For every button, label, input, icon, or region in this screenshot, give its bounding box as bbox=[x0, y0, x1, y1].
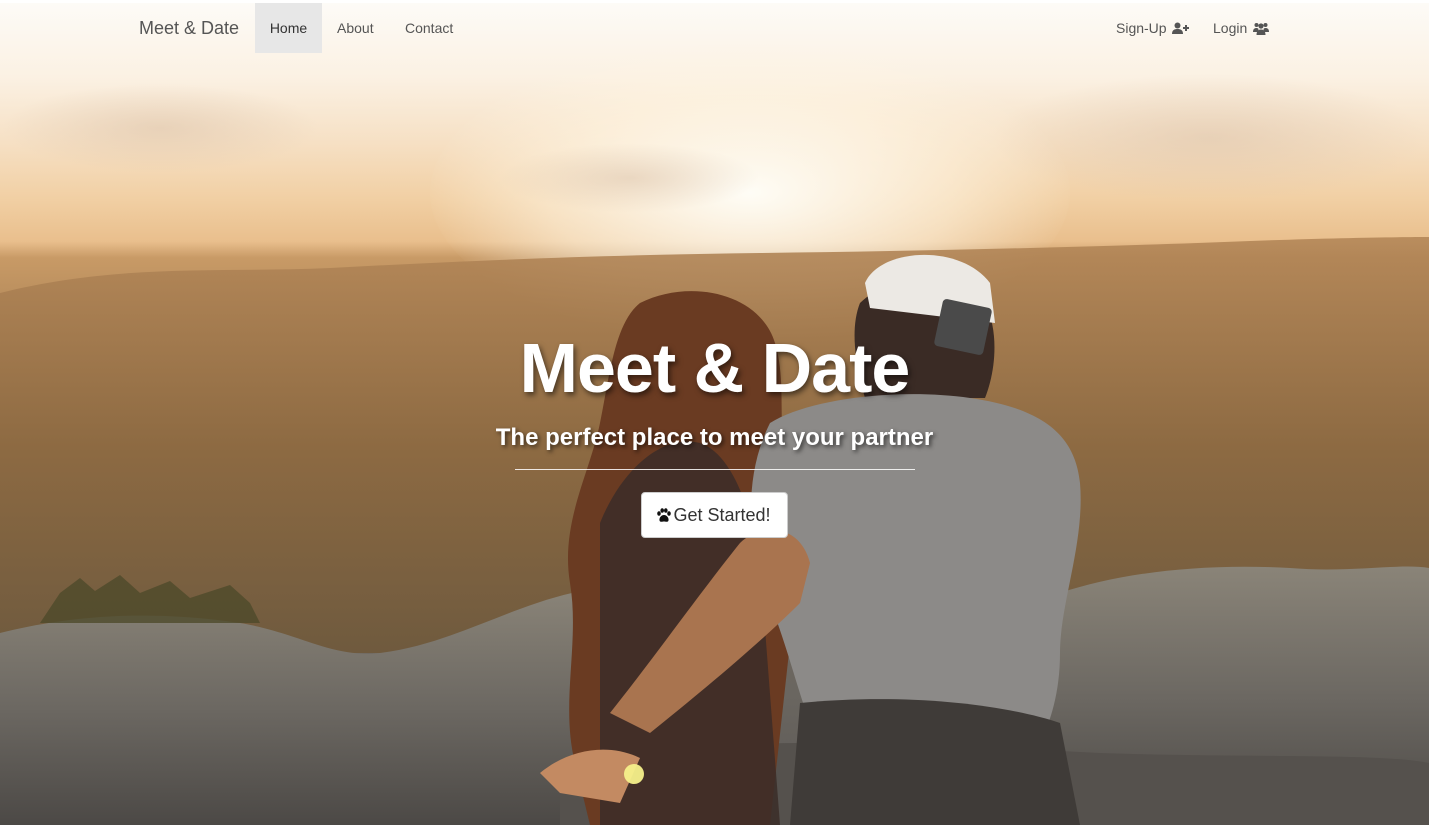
hero-subtitle: The perfect place to meet your partner bbox=[495, 424, 934, 451]
get-started-label: Get Started! bbox=[673, 505, 771, 525]
hero-content: Meet & Date The perfect place to meet yo… bbox=[0, 326, 1429, 538]
signup-label: Sign-Up bbox=[1116, 20, 1167, 36]
hero-divider bbox=[514, 469, 915, 470]
nav-about[interactable]: About bbox=[322, 3, 389, 53]
get-started-button[interactable]: Get Started! bbox=[641, 492, 788, 538]
hero-title: Meet & Date bbox=[519, 329, 911, 407]
login-label: Login bbox=[1213, 20, 1248, 36]
user-plus-icon bbox=[1172, 22, 1190, 34]
brand-logo[interactable]: Meet & Date bbox=[139, 18, 239, 39]
top-navbar: Meet & Date Home About Contact Sign-Up L… bbox=[0, 3, 1429, 53]
users-icon bbox=[1253, 23, 1270, 35]
nav-home[interactable]: Home bbox=[255, 3, 322, 53]
paw-icon bbox=[657, 508, 672, 522]
nav-contact[interactable]: Contact bbox=[390, 3, 468, 53]
signup-link[interactable]: Sign-Up bbox=[1101, 3, 1204, 53]
login-link[interactable]: Login bbox=[1198, 3, 1284, 53]
